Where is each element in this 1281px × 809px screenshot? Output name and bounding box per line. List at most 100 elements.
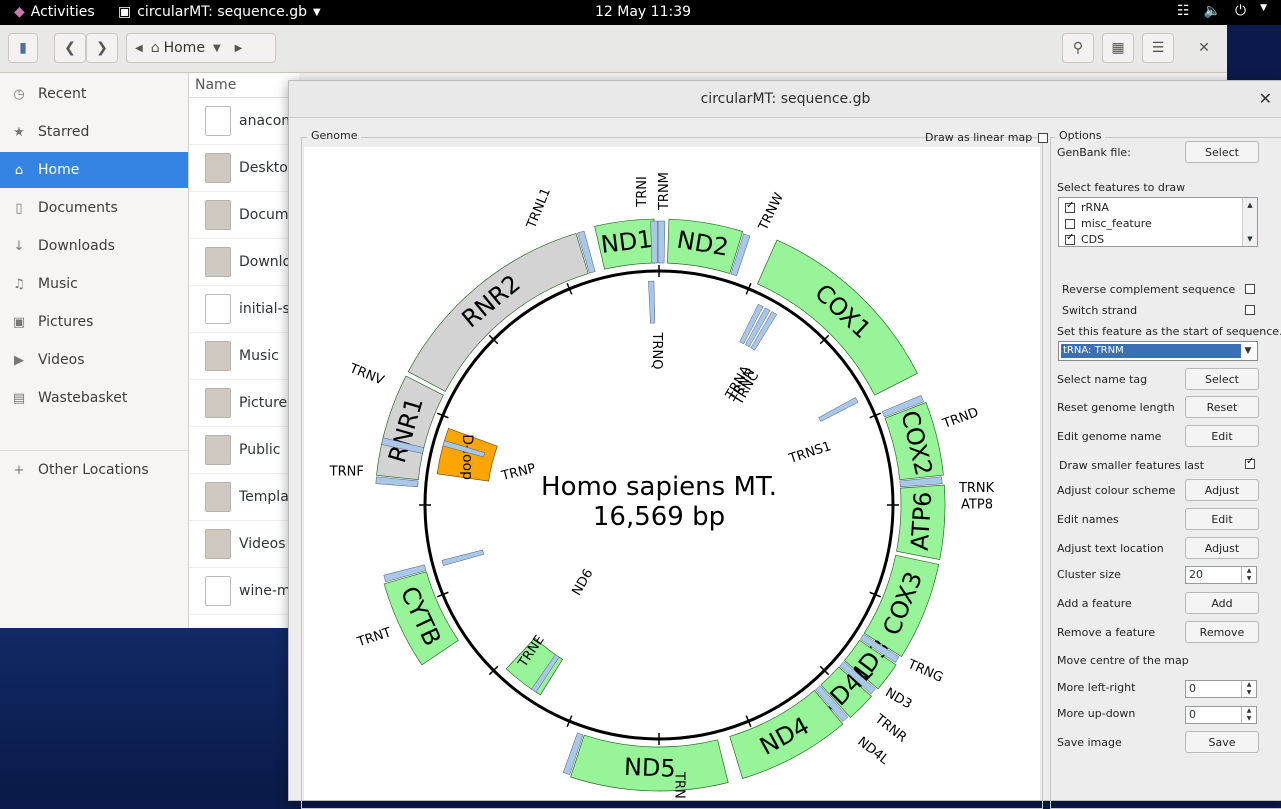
feature-label-atp6: ATP6	[906, 491, 938, 552]
genome-map: RNR2RNR1ND1 ND2COX1COX2ATP6COX3ND3ND4LND4…	[329, 172, 995, 808]
scroll-down-icon[interactable]: ▼	[1243, 232, 1257, 246]
list-item[interactable]: Templa	[189, 474, 299, 521]
activities-button[interactable]: ◆ Activities	[14, 4, 95, 20]
sidebar-item-wastebasket[interactable]: ▤ Wastebasket	[0, 380, 188, 416]
sidebar-item-label: Videos	[38, 352, 85, 368]
view-toggle-button[interactable]: ▦	[1102, 33, 1134, 63]
search-button[interactable]: ⚲	[1062, 33, 1094, 63]
genome-canvas[interactable]: RNR2 RNR1 ND1 ND2 COX1 COX2 ATP6 COX3 ND3 ND4L ND4…	[304, 147, 1040, 809]
back-button[interactable]: ❮	[54, 33, 86, 63]
chevron-down-icon: ▼	[1260, 3, 1267, 13]
trna-mark	[657, 220, 666, 264]
app-menu-label: circularMT: sequence.gb	[137, 4, 308, 20]
feature-checkbox[interactable]	[1065, 200, 1075, 213]
sidebar-item-downloads[interactable]: ↓ Downloads	[0, 228, 188, 264]
spinner-arrows-icon[interactable]: ▲ ▼	[1241, 567, 1256, 583]
linear-map-checkbox[interactable]	[1038, 132, 1049, 143]
list-item[interactable]: Downlo	[189, 239, 299, 286]
clock[interactable]: 12 May 11:39	[595, 4, 691, 20]
chevron-left-icon: ❮	[64, 40, 76, 56]
feature-item[interactable]: rRNA	[1065, 200, 1109, 214]
feature-item[interactable]: misc_feature	[1065, 217, 1152, 230]
add-feature-button[interactable]: Add	[1185, 592, 1259, 614]
start-feature-label: Set this feature as the start of sequenc…	[1057, 325, 1281, 338]
sidebar-item-music[interactable]: ♫ Music	[0, 266, 188, 302]
edit-names-button[interactable]: Edit	[1185, 508, 1259, 530]
sidebar-item-home[interactable]: ⌂ Home	[0, 152, 188, 188]
switch-strand-checkbox[interactable]	[1245, 305, 1255, 315]
sidebar-item-label: Home	[38, 162, 80, 178]
document-icon	[205, 576, 231, 606]
cluster-size-spinner[interactable]: 20 ▲ ▼	[1185, 566, 1257, 584]
path-bar[interactable]: ◀ ⌂ Home ▼ ▶	[126, 33, 276, 63]
trna-mark	[441, 549, 485, 566]
list-item[interactable]: Docume	[189, 192, 299, 239]
app-menu[interactable]: ▣ circularMT: sequence.gb ▼	[118, 4, 321, 20]
feature-item[interactable]: CDS	[1065, 232, 1104, 246]
trna-label-trnw: TRNW	[756, 191, 787, 234]
feature-checkbox[interactable]	[1065, 218, 1075, 229]
spinner-arrows-icon[interactable]: ▲ ▼	[1241, 707, 1256, 723]
spinner-arrows-icon[interactable]: ▲ ▼	[1241, 681, 1256, 697]
remove-feature-button[interactable]: Remove	[1185, 621, 1259, 643]
sidebar-item-documents[interactable]: ▯ Documents	[0, 190, 188, 226]
system-menu[interactable]: ☷ 🔈 ⏻ ▼	[1177, 3, 1267, 19]
features-list[interactable]: rRNA misc_feature CDS ▲ ▼	[1058, 197, 1258, 247]
file-name: Downlo	[239, 254, 292, 270]
text-location-button[interactable]: Adjust	[1185, 537, 1259, 559]
list-item[interactable]: Public	[189, 427, 299, 474]
close-button[interactable]: ✕	[1188, 33, 1220, 63]
list-item[interactable]: Pictures	[189, 380, 299, 427]
sidebar-item-videos[interactable]: ▶ Videos	[0, 342, 188, 378]
menu-button[interactable]: ☰	[1142, 33, 1174, 63]
start-feature-select[interactable]: tRNA: TRNM ▼	[1058, 341, 1258, 361]
sidebar-item-pictures[interactable]: ▣ Pictures	[0, 304, 188, 340]
smaller-last-checkbox[interactable]	[1245, 456, 1255, 469]
home-icon: ⌂	[150, 40, 160, 56]
left-right-value: 0	[1189, 682, 1196, 695]
video-icon: ▶	[14, 352, 24, 368]
file-name: initial-s	[239, 301, 290, 317]
sidebar-toggle-button[interactable]: ▮	[8, 33, 38, 63]
file-name: Music	[239, 348, 279, 364]
genbank-select-button[interactable]: Select	[1185, 141, 1259, 163]
move-centre-label: Move centre of the map	[1057, 654, 1189, 667]
list-item[interactable]: anacond	[189, 98, 299, 145]
camera-icon: ▣	[12, 314, 26, 330]
trna-label-trnt: TRNT	[355, 625, 394, 650]
linear-map-toggle[interactable]: Draw as linear map	[925, 131, 1049, 144]
folder-icon	[205, 200, 231, 230]
trna-label-trnq: TRNQ	[649, 332, 664, 370]
feature-checkbox[interactable]	[1065, 232, 1075, 245]
list-item[interactable]: initial-s	[189, 286, 299, 333]
left-right-label: More left-right	[1057, 681, 1136, 694]
edit-genome-name-button[interactable]: Edit	[1185, 425, 1259, 447]
column-header-name[interactable]: Name	[189, 73, 299, 98]
left-right-spinner[interactable]: 0 ▲ ▼	[1185, 680, 1257, 698]
sidebar-item-other-locations[interactable]: + Other Locations	[0, 452, 188, 488]
up-down-spinner[interactable]: 0 ▲ ▼	[1185, 706, 1257, 724]
forward-button[interactable]: ❯	[86, 33, 118, 63]
genome-length: 16,569 bp	[593, 502, 725, 532]
activities-label: Activities	[30, 4, 95, 20]
path-left-icon: ◀	[135, 42, 143, 54]
file-name: Public	[239, 442, 281, 458]
features-scrollbar[interactable]: ▲ ▼	[1242, 198, 1257, 246]
window-icon: ▣	[118, 4, 132, 20]
save-image-button[interactable]: Save	[1185, 731, 1259, 753]
reverse-checkbox[interactable]	[1245, 284, 1255, 294]
name-tag-select-button[interactable]: Select	[1185, 368, 1259, 390]
home-icon: ⌂	[14, 162, 24, 178]
edit-names-label: Edit names	[1057, 513, 1119, 526]
list-item[interactable]: Videos	[189, 521, 299, 568]
list-item[interactable]: Music	[189, 333, 299, 380]
reset-length-button[interactable]: Reset	[1185, 396, 1259, 418]
list-item[interactable]: wine-m	[189, 568, 299, 615]
features-label: Select features to draw	[1057, 181, 1186, 194]
sidebar-item-recent[interactable]: ◷ Recent	[0, 76, 188, 112]
colour-scheme-button[interactable]: Adjust	[1185, 479, 1259, 501]
sidebar-item-starred[interactable]: ★ Starred	[0, 114, 188, 150]
dialog-close-button[interactable]: ✕	[1259, 89, 1272, 108]
list-item[interactable]: Desktop	[189, 145, 299, 192]
scroll-up-icon[interactable]: ▲	[1243, 198, 1257, 212]
